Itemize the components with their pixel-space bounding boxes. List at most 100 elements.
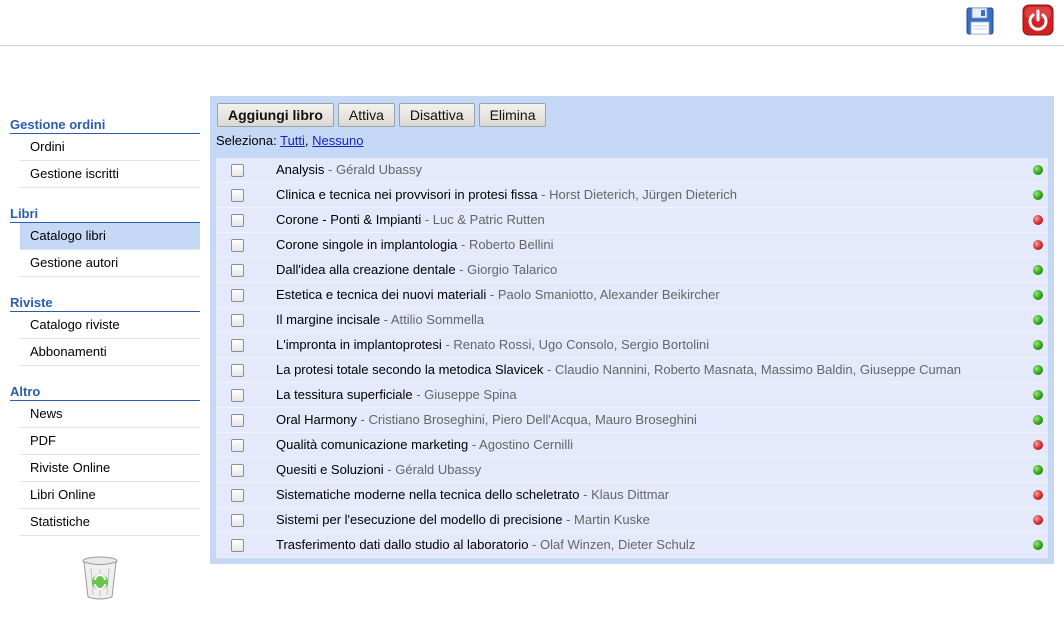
- sidebar-item-gestione-autori[interactable]: Gestione autori: [20, 250, 200, 277]
- book-authors: - Agostino Cernilli: [468, 437, 573, 452]
- sidebar-item-riviste-online[interactable]: Riviste Online: [20, 455, 200, 482]
- table-row[interactable]: Analysis - Gérald Ubassy: [216, 158, 1048, 183]
- book-title[interactable]: Estetica e tecnica dei nuovi materiali: [276, 287, 486, 302]
- status-active-icon[interactable]: [1033, 315, 1043, 325]
- table-row[interactable]: Clinica e tecnica nei provvisori in prot…: [216, 183, 1048, 208]
- table-row[interactable]: Sistemi per l'esecuzione del modello di …: [216, 508, 1048, 533]
- add-book-button[interactable]: Aggiungi libro: [217, 103, 334, 127]
- book-title[interactable]: Sistemi per l'esecuzione del modello di …: [276, 512, 562, 527]
- status-active-icon[interactable]: [1033, 365, 1043, 375]
- status-active-icon[interactable]: [1033, 465, 1043, 475]
- status-inactive-icon[interactable]: [1033, 440, 1043, 450]
- book-title[interactable]: Il margine incisale: [276, 312, 380, 327]
- table-row[interactable]: Trasferimento dati dallo studio al labor…: [216, 533, 1048, 558]
- status-active-icon[interactable]: [1033, 415, 1043, 425]
- book-entry: La protesi totale secondo la metodica Sl…: [276, 358, 961, 382]
- book-entry: Estetica e tecnica dei nuovi materiali -…: [276, 283, 720, 307]
- sidebar-item-news[interactable]: News: [20, 401, 200, 428]
- row-checkbox[interactable]: [231, 364, 244, 377]
- row-checkbox[interactable]: [231, 339, 244, 352]
- book-title[interactable]: Corone - Ponti & Impianti: [276, 212, 421, 227]
- row-checkbox[interactable]: [231, 439, 244, 452]
- status-active-icon[interactable]: [1033, 265, 1043, 275]
- table-row[interactable]: Oral Harmony - Cristiano Broseghini, Pie…: [216, 408, 1048, 433]
- table-row[interactable]: Sistematiche moderne nella tecnica dello…: [216, 483, 1048, 508]
- book-title[interactable]: Qualità comunicazione marketing: [276, 437, 468, 452]
- sidebar-item-gestione-iscritti[interactable]: Gestione iscritti: [20, 161, 200, 188]
- sidebar-section-altro: Altro News PDF Riviste Online Libri Onli…: [10, 383, 200, 536]
- status-inactive-icon[interactable]: [1033, 215, 1043, 225]
- row-checkbox[interactable]: [231, 489, 244, 502]
- book-title[interactable]: La protesi totale secondo la metodica Sl…: [276, 362, 543, 377]
- table-row[interactable]: Corone - Ponti & Impianti - Luc & Patric…: [216, 208, 1048, 233]
- activate-button[interactable]: Attiva: [337, 103, 395, 127]
- book-title[interactable]: La tessitura superficiale: [276, 387, 413, 402]
- book-entry: Trasferimento dati dallo studio al labor…: [276, 533, 695, 557]
- book-title[interactable]: Clinica e tecnica nei provvisori in prot…: [276, 187, 538, 202]
- book-authors: - Giorgio Talarico: [455, 262, 558, 277]
- status-active-icon[interactable]: [1033, 540, 1043, 550]
- deactivate-button[interactable]: Disattiva: [398, 103, 475, 127]
- status-inactive-icon[interactable]: [1033, 490, 1043, 500]
- sidebar-item-libri-online[interactable]: Libri Online: [20, 482, 200, 509]
- select-none-link[interactable]: Nessuno: [312, 133, 363, 148]
- sidebar-nav: Gestione ordini Ordini Gestione iscritti…: [10, 116, 200, 553]
- row-checkbox[interactable]: [231, 314, 244, 327]
- table-row[interactable]: La tessitura superficiale - Giuseppe Spi…: [216, 383, 1048, 408]
- status-active-icon[interactable]: [1033, 165, 1043, 175]
- row-checkbox[interactable]: [231, 239, 244, 252]
- status-active-icon[interactable]: [1033, 390, 1043, 400]
- row-checkbox[interactable]: [231, 539, 244, 552]
- book-title[interactable]: Trasferimento dati dallo studio al labor…: [276, 537, 528, 552]
- book-authors: - Giuseppe Spina: [412, 387, 517, 402]
- recycle-bin-icon[interactable]: [80, 554, 120, 602]
- table-row[interactable]: Dall'idea alla creazione dentale - Giorg…: [216, 258, 1048, 283]
- book-title[interactable]: Analysis: [276, 162, 324, 177]
- sidebar-item-catalogo-libri[interactable]: Catalogo libri: [20, 223, 200, 250]
- book-authors: - Attilio Sommella: [380, 312, 485, 327]
- row-checkbox[interactable]: [231, 414, 244, 427]
- sidebar-item-catalogo-riviste[interactable]: Catalogo riviste: [20, 312, 200, 339]
- sidebar-item-statistiche[interactable]: Statistiche: [20, 509, 200, 536]
- status-inactive-icon[interactable]: [1033, 240, 1043, 250]
- select-separator: ,: [304, 133, 309, 148]
- table-row[interactable]: Corone singole in implantologia - Robert…: [216, 233, 1048, 258]
- row-checkbox[interactable]: [231, 189, 244, 202]
- power-logout-icon[interactable]: [1022, 4, 1054, 36]
- status-active-icon[interactable]: [1033, 340, 1043, 350]
- status-inactive-icon[interactable]: [1033, 515, 1043, 525]
- book-entry: L'impronta in implantoprotesi - Renato R…: [276, 333, 709, 357]
- row-checkbox[interactable]: [231, 514, 244, 527]
- sidebar-section-title: Altro: [10, 383, 200, 401]
- sidebar-section-riviste: Riviste Catalogo riviste Abbonamenti: [10, 294, 200, 366]
- book-title[interactable]: Oral Harmony: [276, 412, 357, 427]
- book-title[interactable]: L'impronta in implantoprotesi: [276, 337, 442, 352]
- row-checkbox[interactable]: [231, 289, 244, 302]
- book-title[interactable]: Sistematiche moderne nella tecnica dello…: [276, 487, 580, 502]
- table-row[interactable]: Qualità comunicazione marketing - Agosti…: [216, 433, 1048, 458]
- book-title[interactable]: Corone singole in implantologia: [276, 237, 457, 252]
- table-row[interactable]: Il margine incisale - Attilio Sommella: [216, 308, 1048, 333]
- row-checkbox[interactable]: [231, 164, 244, 177]
- row-checkbox[interactable]: [231, 264, 244, 277]
- status-active-icon[interactable]: [1033, 190, 1043, 200]
- book-authors: - Paolo Smaniotto, Alexander Beikircher: [486, 287, 720, 302]
- row-checkbox[interactable]: [231, 464, 244, 477]
- floppy-save-icon[interactable]: [964, 5, 996, 37]
- book-title[interactable]: Dall'idea alla creazione dentale: [276, 262, 456, 277]
- book-entry: Sistemi per l'esecuzione del modello di …: [276, 508, 650, 532]
- status-active-icon[interactable]: [1033, 290, 1043, 300]
- row-checkbox[interactable]: [231, 214, 244, 227]
- sidebar-item-abbonamenti[interactable]: Abbonamenti: [20, 339, 200, 366]
- book-entry: Quesiti e Soluzioni - Gérald Ubassy: [276, 458, 481, 482]
- table-row[interactable]: Estetica e tecnica dei nuovi materiali -…: [216, 283, 1048, 308]
- delete-button[interactable]: Elimina: [478, 103, 547, 127]
- table-row[interactable]: L'impronta in implantoprotesi - Renato R…: [216, 333, 1048, 358]
- table-row[interactable]: Quesiti e Soluzioni - Gérald Ubassy: [216, 458, 1048, 483]
- book-title[interactable]: Quesiti e Soluzioni: [276, 462, 384, 477]
- sidebar-item-ordini[interactable]: Ordini: [20, 134, 200, 161]
- table-row[interactable]: La protesi totale secondo la metodica Sl…: [216, 358, 1048, 383]
- select-all-link[interactable]: Tutti: [280, 133, 305, 148]
- sidebar-item-pdf[interactable]: PDF: [20, 428, 200, 455]
- row-checkbox[interactable]: [231, 389, 244, 402]
